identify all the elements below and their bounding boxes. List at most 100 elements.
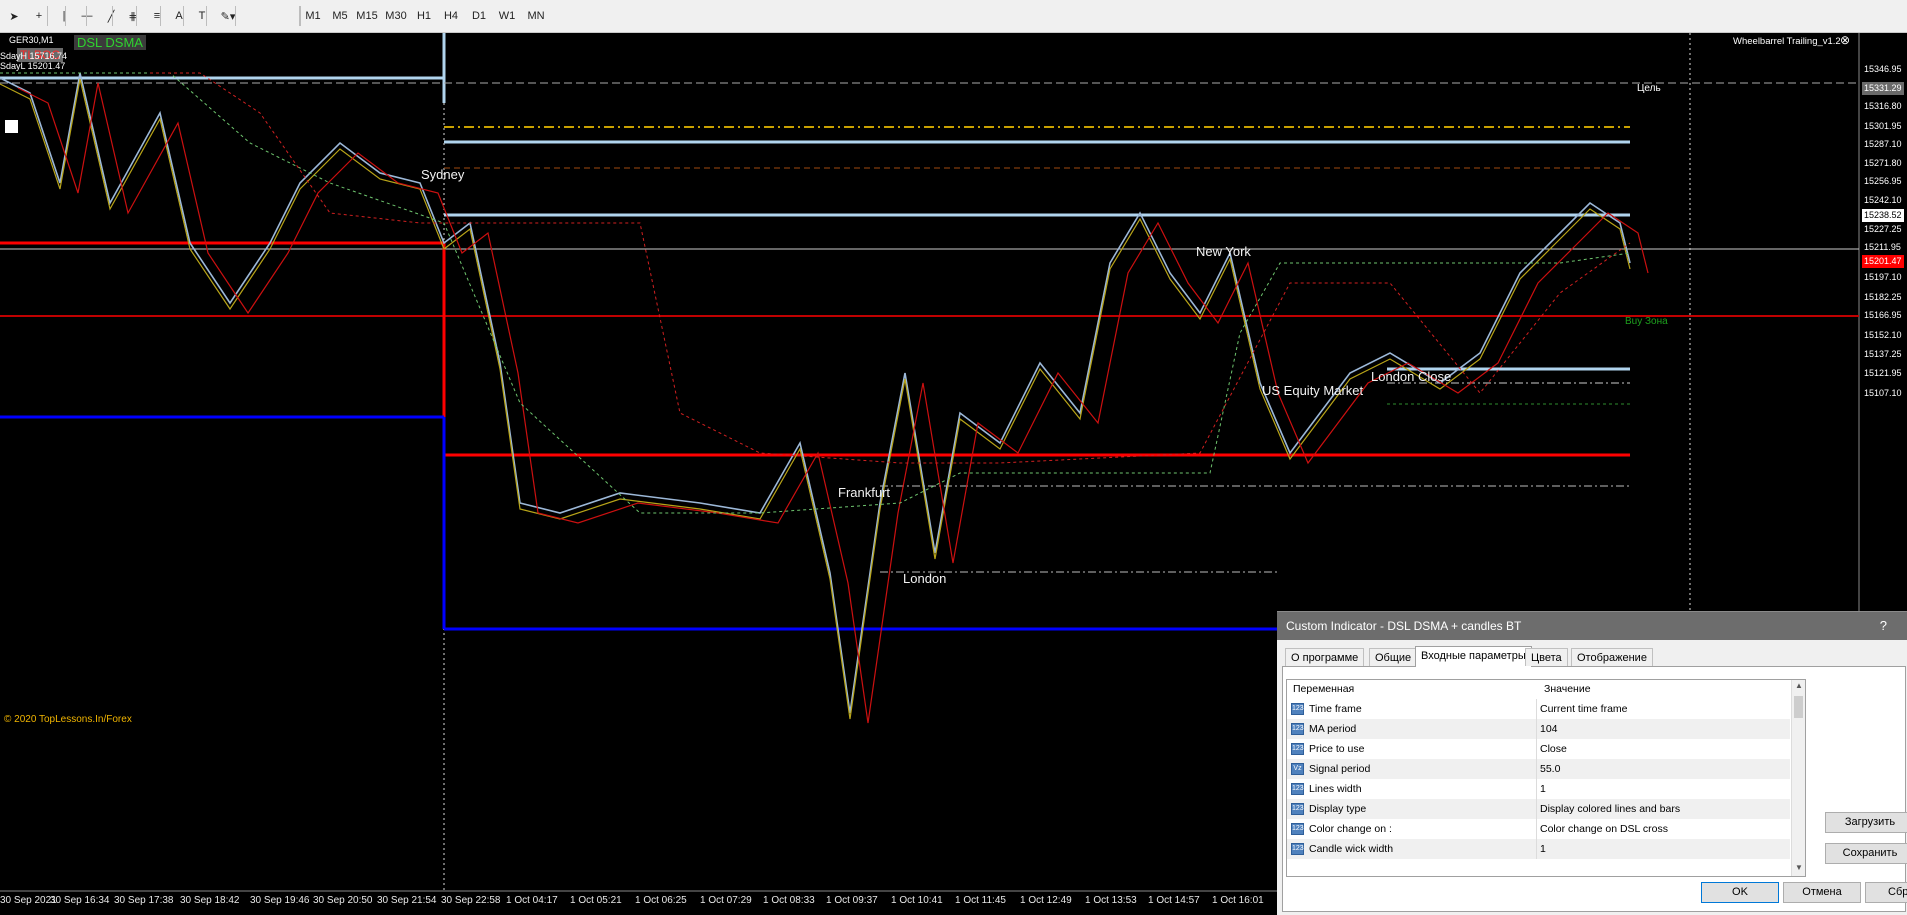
scroll-thumb[interactable] [1794,696,1803,718]
timeframe-button-m5[interactable]: M5 [327,5,353,27]
help-button[interactable]: ? [1880,618,1887,633]
price-axis-label: 15211.95 [1864,242,1901,252]
chart-toolbar: ➤ + | — ╱ ⋕ ≡ A T ✎▾ M1 M5 M15 M30 H1 H4 D1 W1 MN [0,0,1907,33]
parameter-type-icon: 123 [1291,723,1304,735]
price-axis-label: 15346.95 [1864,64,1902,74]
price-axis-label: 15301.95 [1864,121,1902,131]
tab-about[interactable]: О программе [1285,648,1365,666]
time-axis-label: 1 Oct 05:21 [570,895,622,906]
symbol-label: GER30,M1 [9,35,54,45]
time-axis-label: 1 Oct 16:01 [1212,895,1264,906]
parameter-value[interactable]: 1 [1540,839,1546,859]
price-axis-label: 15166.95 [1864,310,1902,320]
cell-divider [1536,839,1537,859]
indicator-label: DSL DSMA [74,35,146,50]
parameters-table[interactable]: Переменная Значение 123 Time frame Current… [1286,679,1806,877]
fibonacci-icon[interactable]: ≡ [146,5,168,27]
parameter-row[interactable]: 123 Time frame Current time frame [1287,699,1790,719]
parameter-row[interactable]: 123 Lines width 1 [1287,779,1790,799]
text-label-icon[interactable]: T [191,5,213,27]
toolbar-separator [47,6,48,26]
cancel-button[interactable]: Отмена [1783,882,1861,903]
parameter-row[interactable]: Vz Signal period 55.0 [1287,759,1790,779]
close-icon[interactable]: ⊗ [1840,33,1850,47]
trendline-icon[interactable]: ╱ [100,5,122,27]
chart-checkbox[interactable] [5,120,18,133]
timeframe-button-m15[interactable]: M15 [354,5,380,27]
horizontal-line-icon[interactable]: — [76,5,98,27]
parameter-value[interactable]: Current time frame [1540,699,1628,719]
timeframe-button-h4[interactable]: H4 [438,5,464,27]
price-axis-label: 15331.29 [1862,82,1904,95]
time-axis-label: 1 Oct 12:49 [1020,895,1072,906]
price-axis-label: 15256.95 [1864,176,1902,186]
time-axis-label: 30 Sep 18:42 [180,895,240,906]
toolbar-separator [65,6,66,26]
timeframe-button-h1[interactable]: H1 [411,5,437,27]
time-axis-label: 1 Oct 08:33 [763,895,815,906]
parameter-value[interactable]: 104 [1540,719,1558,739]
timeframe-button-d1[interactable]: D1 [466,5,492,27]
parameter-name: Candle wick width [1309,843,1394,855]
price-axis-label: 15242.10 [1864,195,1902,205]
parameter-value[interactable]: Color change on DSL cross [1540,819,1668,839]
toolbar-separator [235,6,236,26]
parameter-value[interactable]: 55.0 [1540,759,1560,779]
parameter-name: Display type [1309,803,1367,815]
load-button[interactable]: Загрузить [1825,812,1907,833]
parameter-type-icon: 123 [1291,743,1304,755]
parameter-value[interactable]: Close [1540,739,1567,759]
timeframe-button-w1[interactable]: W1 [494,5,520,27]
custom-indicator-dialog: Custom Indicator - DSL DSMA + candles BT… [1277,611,1907,915]
cell-divider [1536,699,1537,719]
cursor-icon[interactable]: ➤ [3,5,25,27]
ok-button[interactable]: OK [1701,882,1779,903]
time-axis-label: 30 Sep 17:38 [114,895,174,906]
channel-icon[interactable]: ⋕ [122,5,144,27]
parameter-value[interactable]: 1 [1540,779,1546,799]
scroll-up-arrow-icon[interactable]: ▲ [1795,681,1803,690]
target-label: Цель [1637,83,1661,94]
time-axis-label: 30 Sep 16:34 [50,895,110,906]
cell-divider [1536,819,1537,839]
timeframe-button-mn[interactable]: MN [523,5,549,27]
price-axis-label: 15137.25 [1864,349,1902,359]
parameter-name: Time frame [1309,703,1362,715]
time-axis-label: 30 Sep 19:46 [250,895,310,906]
column-header-variable[interactable]: Переменная [1293,680,1354,699]
time-axis-label: 30 Sep 20:50 [313,895,373,906]
save-button[interactable]: Сохранить [1825,843,1907,864]
parameter-row[interactable]: 123 Price to use Close [1287,739,1790,759]
tab-visualization[interactable]: Отображение [1571,648,1653,666]
parameter-row[interactable]: 123 Candle wick width 1 [1287,839,1790,859]
vertical-line-icon[interactable]: | [53,5,75,27]
time-axis-label: 1 Oct 04:17 [506,895,558,906]
table-scrollbar[interactable]: ▲ ▼ [1791,680,1805,876]
parameter-row[interactable]: 123 MA period 104 [1287,719,1790,739]
time-axis-label: 30 Sep 22:58 [441,895,501,906]
session-label-frankfurt: Frankfurt [838,485,891,500]
parameter-name: Price to use [1309,743,1365,755]
timeframe-button-m30[interactable]: M30 [383,5,409,27]
cell-divider [1536,719,1537,739]
price-axis-label: 15316.80 [1864,101,1902,111]
timeframe-button-m1[interactable]: M1 [300,5,326,27]
time-axis-label: 1 Oct 11:45 [955,895,1006,906]
buy-zone-label: Buy Зона [1625,316,1668,327]
parameter-row[interactable]: 123 Color change on : Color change on DSL … [1287,819,1790,839]
toolbar-separator [206,6,207,26]
text-icon[interactable]: A [168,5,190,27]
price-axis-label: 15121.95 [1864,368,1902,378]
reset-button[interactable]: Сброс [1865,882,1907,903]
tab-common[interactable]: Общие [1369,648,1418,666]
scroll-down-arrow-icon[interactable]: ▼ [1795,863,1803,872]
column-header-value[interactable]: Значение [1544,680,1591,699]
time-axis-label: 1 Oct 06:25 [635,895,687,906]
tab-inputs[interactable]: Входные параметры [1415,646,1532,667]
parameter-row[interactable]: 123 Display type Display colored lines and… [1287,799,1790,819]
toolbar-separator [136,6,137,26]
parameter-value[interactable]: Display colored lines and bars [1540,799,1680,819]
price-axis-label: 15152.10 [1864,330,1902,340]
dialog-titlebar[interactable]: Custom Indicator - DSL DSMA + candles BT… [1277,612,1907,640]
tab-colors[interactable]: Цвета [1525,648,1568,666]
